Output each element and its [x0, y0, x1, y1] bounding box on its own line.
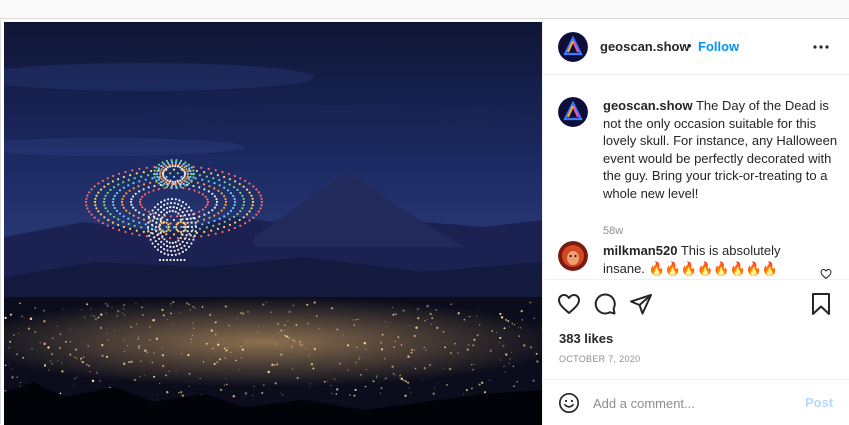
post-date[interactable]: OCTOBER 7, 2020: [559, 354, 640, 364]
header-username[interactable]: geoscan.show: [600, 39, 690, 54]
drone-skull-night-photo: [4, 22, 542, 425]
post-caption: geoscan.show The Day of the Dead is not …: [603, 97, 839, 202]
caption-username[interactable]: geoscan.show: [603, 98, 693, 113]
comment-icon[interactable]: [593, 292, 617, 316]
caption-avatar[interactable]: [558, 97, 588, 127]
geoscan-logo-icon: [558, 32, 588, 62]
separator-dot: •: [687, 38, 692, 53]
commenter-avatar[interactable]: [558, 241, 588, 271]
post-image[interactable]: [4, 22, 542, 425]
likes-count[interactable]: 383 likes: [559, 331, 613, 346]
post-actions: 383 likes OCTOBER 7, 2020: [543, 279, 849, 391]
post-header: geoscan.show • Follow: [543, 19, 849, 75]
share-icon[interactable]: [629, 292, 653, 316]
emoji-icon[interactable]: [558, 392, 580, 414]
add-comment-bar: Post: [543, 379, 849, 425]
comment-like-heart-icon[interactable]: [820, 268, 832, 279]
post-sidebar: geoscan.show • Follow geoscan.show The D…: [542, 19, 849, 425]
instagram-post: geoscan.show • Follow geoscan.show The D…: [0, 18, 849, 425]
avatar-image: [558, 241, 588, 271]
post-comment-button[interactable]: Post: [805, 395, 833, 410]
follow-button[interactable]: Follow: [698, 39, 739, 54]
add-comment-input[interactable]: [593, 394, 793, 412]
avatar[interactable]: [558, 32, 588, 62]
more-options-icon[interactable]: [811, 37, 831, 57]
comment: milkman520 This is absolutely insane. 🔥🔥…: [603, 242, 811, 277]
comments-section[interactable]: geoscan.show The Day of the Dead is not …: [543, 75, 849, 279]
bookmark-icon[interactable]: [809, 292, 833, 316]
caption-text: The Day of the Dead is not the only occa…: [603, 98, 838, 201]
comment-username[interactable]: milkman520: [603, 243, 677, 258]
geoscan-logo-icon: [558, 97, 588, 127]
caption-timestamp[interactable]: 58w: [603, 225, 623, 237]
heart-icon[interactable]: [557, 292, 581, 316]
